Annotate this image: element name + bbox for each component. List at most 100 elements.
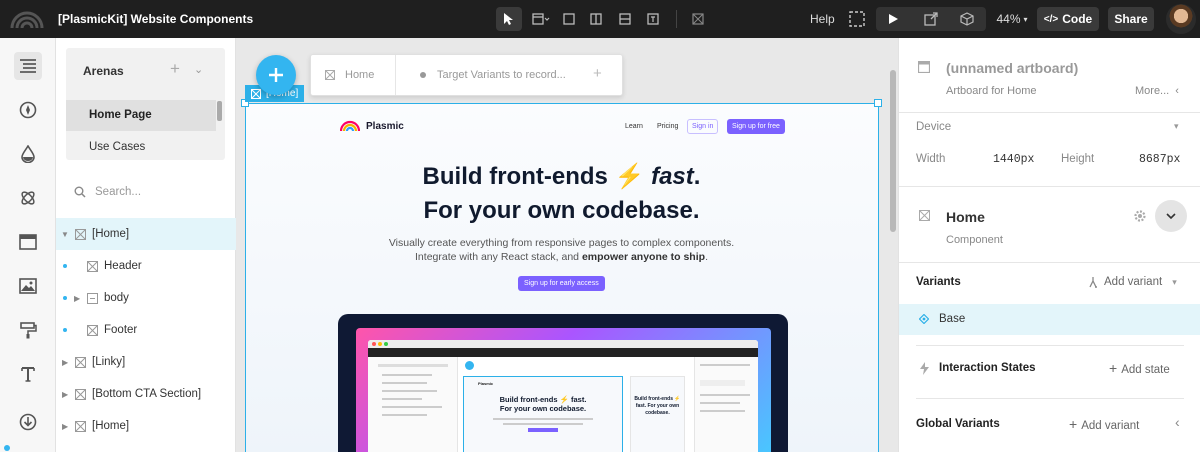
gear-icon[interactable] <box>1133 209 1147 223</box>
variant-row-base[interactable]: Base <box>899 304 1200 335</box>
focus-mode-button[interactable] <box>846 8 868 30</box>
add-variant-button[interactable]: Add variant ▾ <box>1087 276 1177 288</box>
plus-icon <box>269 68 283 82</box>
code-button[interactable]: </> Code <box>1037 7 1099 31</box>
styles-tab-button[interactable] <box>14 140 42 168</box>
canvas-area[interactable]: Plasmic Learn Pricing Sign in Sign up fo… <box>236 38 898 452</box>
frames-tab-button[interactable] <box>14 228 42 256</box>
component-expand-button[interactable] <box>1155 200 1187 232</box>
component-title[interactable]: Home <box>946 209 985 225</box>
open-live-button[interactable] <box>918 7 944 31</box>
canvas-scrollbar[interactable] <box>890 70 896 232</box>
site-nav-pricing[interactable]: Pricing <box>657 123 678 130</box>
sub-bold: empower anyone to ship <box>581 251 706 263</box>
mini-app-window: Plasmic Build front-ends ⚡ fast. For you… <box>368 340 758 452</box>
caret-right-icon[interactable]: ▶ <box>62 422 68 431</box>
images-tab-button[interactable] <box>14 272 42 300</box>
tree-row-linky[interactable]: ▶ [Linky] <box>56 346 236 378</box>
imports-tab-button[interactable] <box>14 408 42 436</box>
download-icon <box>19 413 37 431</box>
publish-button[interactable] <box>954 7 980 31</box>
components-tab-button[interactable] <box>14 184 42 212</box>
share-button[interactable]: Share <box>1108 7 1154 31</box>
mini-logo: Plasmic <box>478 381 494 386</box>
zoom-value: 44% <box>996 12 1021 26</box>
artboard-frame[interactable]: Plasmic Learn Pricing Sign in Sign up fo… <box>245 103 879 452</box>
project-title[interactable]: [PlasmicKit] Website Components <box>58 12 253 26</box>
help-link[interactable]: Help <box>810 12 835 26</box>
outline-icon <box>20 59 36 73</box>
resize-handle-top-right[interactable] <box>874 99 882 107</box>
insert-hstack-button[interactable] <box>585 7 607 31</box>
tree-row-body[interactable]: ▶ body <box>56 282 236 314</box>
height-input[interactable]: 8687px <box>1139 153 1180 166</box>
insert-component-button[interactable] <box>687 7 709 31</box>
width-input[interactable]: 1440px <box>993 153 1034 166</box>
site-nav-signup-button[interactable]: Sign up for free <box>727 119 785 134</box>
chevron-down-icon <box>1166 212 1176 219</box>
add-global-variant-button[interactable]: + Add variant <box>1069 416 1139 432</box>
component-icon <box>87 260 98 272</box>
assets-tab-button[interactable] <box>14 96 42 124</box>
search-input[interactable]: Search... <box>95 186 141 198</box>
variant-icon <box>1089 277 1097 288</box>
caret-right-icon[interactable]: ▶ <box>62 390 68 399</box>
plus-icon: + <box>1069 416 1078 432</box>
site-nav-signin[interactable]: Sign in <box>687 119 719 134</box>
caret-right-icon[interactable]: ▶ <box>62 358 68 367</box>
more-label: More... <box>1135 85 1170 97</box>
tree-row-home-2[interactable]: ▶ [Home] <box>56 410 236 442</box>
component-icon <box>919 210 930 221</box>
add-arena-icon[interactable]: + <box>170 59 180 79</box>
caret-right-icon[interactable]: ▶ <box>74 294 80 303</box>
fonts-tab-button[interactable] <box>14 360 42 388</box>
site-nav-learn[interactable]: Learn <box>625 123 643 130</box>
plasmic-logo-icon[interactable] <box>10 8 44 30</box>
tree-row-label: [Linky] <box>92 356 126 368</box>
tree-row-bottom-cta[interactable]: ▶ [Bottom CTA Section] <box>56 378 236 410</box>
share-label: Share <box>1114 12 1148 26</box>
insert-text-button[interactable] <box>642 7 664 31</box>
add-tab-icon[interactable]: + <box>593 65 602 82</box>
caret-down-icon[interactable]: ▼ <box>61 230 69 239</box>
tree-row-label: [Home] <box>92 228 130 240</box>
arena-item-home-page[interactable]: Home Page <box>66 100 216 131</box>
avatar[interactable] <box>1166 4 1196 34</box>
tab-target-variants[interactable]: Target Variants to record... <box>396 55 586 95</box>
site-logo-text: Plasmic <box>366 121 404 132</box>
compass-icon <box>19 101 37 119</box>
chevron-left-icon[interactable]: ‹ <box>1175 414 1180 430</box>
paint-roller-icon <box>20 322 37 339</box>
outline-tab-button[interactable] <box>14 52 42 80</box>
insert-frame-button[interactable] <box>528 7 554 31</box>
hero-cta-button[interactable]: Sign up for early access <box>518 276 605 291</box>
left-icon-rail <box>0 38 56 452</box>
cursor-icon <box>504 13 513 25</box>
insert-vstack-button[interactable] <box>614 7 636 31</box>
insert-box-button[interactable] <box>558 7 580 31</box>
arenas-scrollbar[interactable] <box>217 101 222 121</box>
tree-row-header[interactable]: Header <box>56 250 236 282</box>
add-state-button[interactable]: + Add state <box>1109 360 1170 376</box>
select-tool-button[interactable] <box>496 7 522 31</box>
artboard-title[interactable]: (unnamed artboard) <box>946 60 1078 76</box>
arenas-title: Arenas <box>83 64 124 78</box>
device-dropdown-chevron-icon[interactable]: ▾ <box>1174 121 1179 132</box>
arena-item-label: Home Page <box>89 109 152 121</box>
tree-row-footer[interactable]: Footer <box>56 314 236 346</box>
tab-home[interactable]: Home <box>311 55 395 95</box>
chevron-down-icon[interactable]: ⌄ <box>194 63 203 76</box>
arena-item-use-cases[interactable]: Use Cases <box>66 132 216 160</box>
window-icon <box>19 234 37 250</box>
paint-tab-button[interactable] <box>14 316 42 344</box>
tree-row-label: Footer <box>104 324 138 336</box>
play-icon <box>889 14 898 24</box>
lightning-icon <box>920 362 929 375</box>
add-artboard-button[interactable] <box>256 55 296 95</box>
preview-button[interactable] <box>880 7 906 31</box>
component-icon <box>75 388 86 400</box>
tree-row-home-root[interactable]: ▼ [Home] <box>56 218 236 250</box>
more-button[interactable]: More... ‹ <box>1135 85 1179 97</box>
zoom-dropdown[interactable]: 44% ▾ <box>992 7 1032 31</box>
arenas-section: Arenas + ⌄ Home Page Use Cases <box>66 48 225 160</box>
